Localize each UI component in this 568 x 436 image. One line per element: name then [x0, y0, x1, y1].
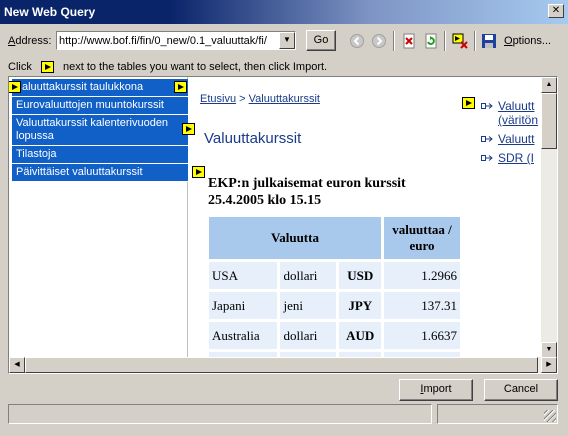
cell-code: JPY	[339, 292, 381, 319]
breadcrumb-separator: >	[236, 93, 249, 105]
instruction-text: Click next to the tables you want to sel…	[8, 61, 328, 74]
scroll-down-icon[interactable]: ▼	[541, 342, 557, 358]
address-value: http://www.bof.fi/fin/0_new/0.1_valuutta…	[59, 35, 267, 47]
scroll-up-icon[interactable]: ▲	[541, 77, 557, 93]
breadcrumb-home-link[interactable]: Etusivu	[200, 93, 236, 105]
nav-item-daily-rates[interactable]: Päivittäiset valuuttakurssit	[12, 164, 188, 182]
cell-country: Japani	[209, 292, 278, 319]
table-title-date: 25.4.2005 klo 15.15	[208, 193, 322, 208]
select-table-arrow-icon[interactable]	[182, 123, 195, 135]
window-title: New Web Query	[4, 5, 96, 19]
exchange-rate-table: Valuutta valuuttaa / euro USA dollari US…	[206, 214, 463, 373]
select-table-arrow-icon[interactable]	[9, 81, 21, 93]
stop-icon[interactable]	[401, 33, 417, 49]
right-link-label: Valuutt	[498, 99, 535, 113]
table-row: Japani jeni JPY 137.31	[209, 292, 460, 319]
right-link-label: (väritön	[498, 113, 539, 127]
table-header-row: Valuutta valuuttaa / euro	[209, 217, 460, 259]
nav-item-currency-tables[interactable]: aluuttakurssit taulukkona	[12, 79, 188, 97]
right-link[interactable]: Valuutt	[481, 132, 538, 146]
close-button[interactable]: ✕	[548, 4, 564, 18]
vertical-scroll-thumb[interactable]	[541, 93, 557, 149]
import-button[interactable]: Import	[399, 379, 473, 401]
address-dropdown-button[interactable]: ▼	[279, 32, 295, 49]
breadcrumb: Etusivu > Valuuttakurssit	[200, 93, 320, 105]
breadcrumb-current-link[interactable]: Valuuttakurssit	[249, 93, 320, 105]
nav-item-euro-conversion[interactable]: Eurovaluuttojen muuntokurssit	[12, 97, 188, 115]
toolbar-separator	[474, 31, 476, 51]
toolbar-separator	[444, 31, 446, 51]
right-link-label: SDR (I	[498, 151, 534, 165]
horizontal-scrollbar[interactable]: ◀ ▶	[9, 357, 557, 373]
left-nav-menu: aluuttakurssit taulukkona Eurovaluuttoje…	[9, 79, 195, 182]
header-rate: valuuttaa / euro	[384, 217, 460, 259]
arrow-bullet-icon	[481, 103, 493, 109]
table-row: Australia dollari AUD 1.6637	[209, 322, 460, 349]
status-bar-panel	[437, 404, 558, 424]
refresh-icon[interactable]	[423, 33, 439, 49]
vertical-scrollbar[interactable]: ▲ ▼	[541, 77, 557, 358]
right-link-label: Valuutt	[498, 132, 535, 146]
nav-item-statistics[interactable]: Tilastoja	[12, 146, 188, 164]
table-title-line: EKP:n julkaisemat euron kurssit	[208, 176, 406, 191]
cell-code: AUD	[339, 322, 381, 349]
horizontal-scroll-thumb[interactable]	[25, 357, 538, 373]
resize-grip-icon[interactable]	[544, 410, 556, 422]
cell-currency-name: dollari	[280, 322, 337, 349]
cell-rate: 1.2966	[384, 262, 460, 289]
hint-text-before: Click	[8, 61, 32, 73]
cell-currency-name: jeni	[280, 292, 337, 319]
hint-text-after: next to the tables you want to select, t…	[62, 61, 328, 73]
title-bar: New Web Query ✕	[0, 0, 568, 24]
select-table-arrow-icon[interactable]	[462, 97, 475, 109]
options-button[interactable]: Options...	[504, 35, 551, 47]
arrow-bullet-icon	[481, 155, 493, 161]
address-label: Address:	[8, 35, 52, 47]
scroll-left-icon[interactable]: ◀	[9, 357, 25, 373]
cell-code: USD	[339, 262, 381, 289]
scroll-right-icon[interactable]: ▶	[541, 357, 557, 373]
arrow-bullet-icon	[481, 136, 493, 142]
right-link-continuation[interactable]: (väritön	[481, 113, 538, 127]
toolbar-separator	[393, 31, 395, 51]
page-heading: Valuuttakurssit	[204, 130, 302, 147]
go-button[interactable]: Go	[306, 30, 336, 51]
right-link[interactable]: SDR (I	[481, 151, 538, 165]
status-bar	[8, 404, 432, 424]
hide-icons-icon[interactable]	[452, 33, 468, 49]
cell-country: USA	[209, 262, 278, 289]
select-table-arrow-icon[interactable]	[192, 166, 205, 178]
cell-rate: 1.6637	[384, 322, 460, 349]
toolbar: Address: http://www.bof.fi/fin/0_new/0.1…	[0, 27, 568, 55]
address-input[interactable]: http://www.bof.fi/fin/0_new/0.1_valuutta…	[56, 31, 296, 50]
cell-country: Australia	[209, 322, 278, 349]
table-title: EKP:n julkaisemat euron kurssit 25.4.200…	[208, 175, 406, 209]
cell-rate: 137.31	[384, 292, 460, 319]
forward-icon[interactable]	[371, 33, 387, 49]
header-currency: Valuutta	[209, 217, 381, 259]
cell-currency-name: dollari	[280, 262, 337, 289]
cancel-button[interactable]: Cancel	[484, 379, 558, 401]
nav-item-year-end-rates[interactable]: Valuuttakurssit kalenterivuoden lopussa	[12, 115, 188, 146]
table-row: USA dollari USD 1.2966	[209, 262, 460, 289]
select-arrow-icon	[40, 61, 54, 74]
select-table-arrow-icon[interactable]	[174, 81, 187, 93]
right-link[interactable]: Valuutt	[481, 99, 538, 113]
web-page-view[interactable]: aluuttakurssit taulukkona Eurovaluuttoje…	[8, 76, 558, 374]
save-query-icon[interactable]	[481, 33, 497, 49]
back-icon[interactable]	[349, 33, 365, 49]
right-links: Valuutt (väritön Valuutt SDR (I	[481, 99, 538, 170]
